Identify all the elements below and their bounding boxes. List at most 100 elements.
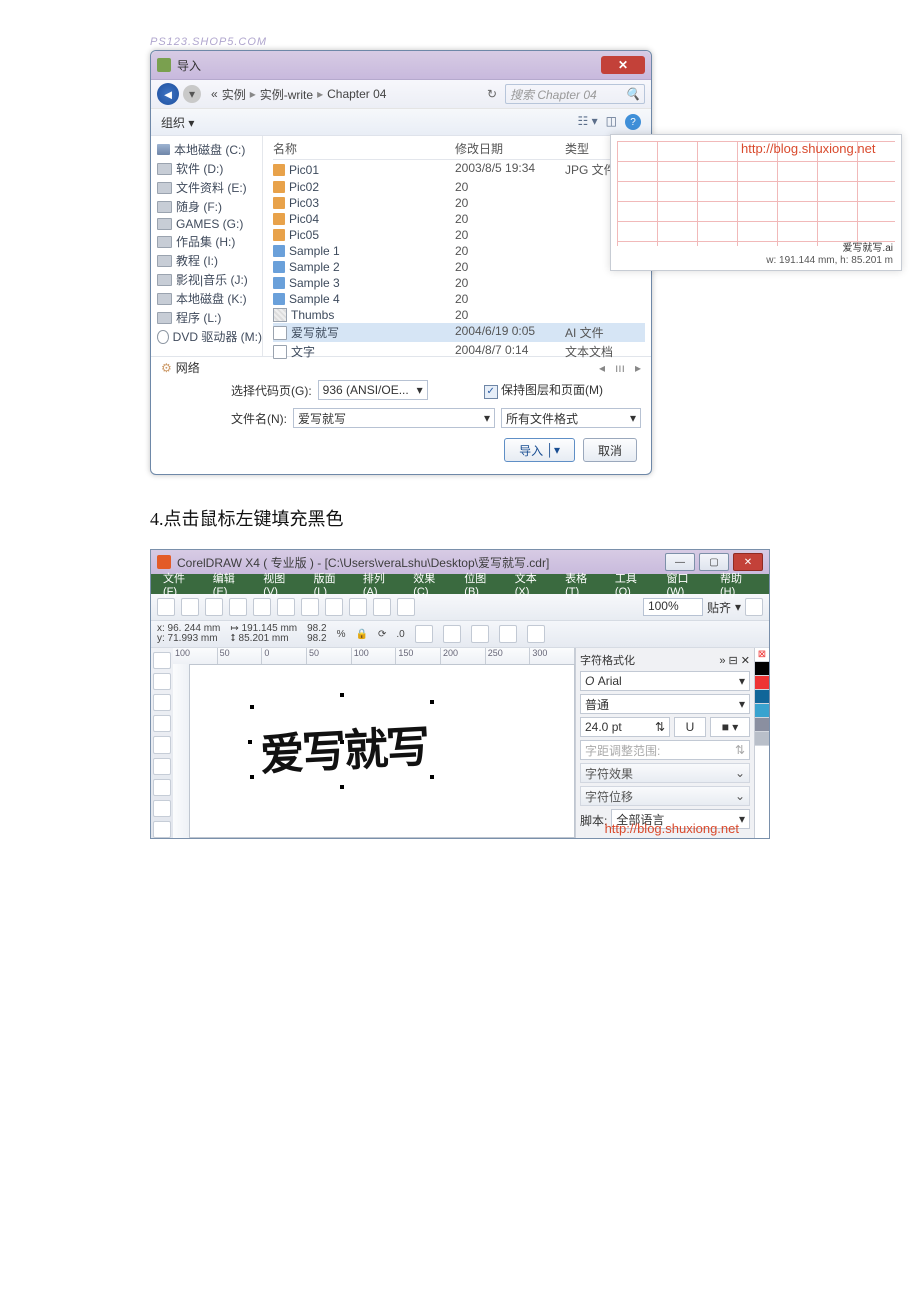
red-swatch[interactable]	[755, 676, 769, 690]
close-button[interactable]: ✕	[733, 553, 763, 571]
file-row[interactable]: Pic012003/8/5 19:34JPG 文件	[273, 160, 645, 179]
tree-item[interactable]: 本地磁盘 (C:)	[157, 140, 262, 159]
property-bar[interactable]: x: 96. 244 mmy: 71.993 mm ↦ 191.145 mm⭥ …	[151, 621, 769, 648]
organize-menu[interactable]: 组织 ▾	[161, 114, 194, 131]
menu-item[interactable]: 帮助(H)	[714, 570, 763, 598]
menu-item[interactable]: 编辑(E)	[207, 570, 255, 598]
keep-layers-checkbox[interactable]: ✓ 保持图层和页面(M)	[484, 381, 603, 399]
redo-icon[interactable]	[349, 598, 367, 616]
file-row[interactable]: Pic0320	[273, 195, 645, 211]
font-select[interactable]: O Arial▾	[580, 671, 750, 691]
shape-tool-icon[interactable]	[153, 673, 171, 690]
gray-swatch[interactable]	[755, 718, 769, 732]
menu-item[interactable]: 窗口(W)	[661, 570, 712, 598]
canvas-area[interactable]: 10050050100150200250300 爱写就写	[173, 648, 575, 838]
codepage-select[interactable]: 936 (ANSI/OE...▾	[318, 380, 428, 400]
menu-item[interactable]: 位图(B)	[458, 570, 506, 598]
blue-swatch[interactable]	[755, 690, 769, 704]
undo-icon[interactable]	[325, 598, 343, 616]
cancel-button[interactable]: 取消	[583, 438, 637, 462]
import-button[interactable]: 导入 │▾	[504, 438, 575, 462]
file-row[interactable]: Sample 320	[273, 275, 645, 291]
standard-toolbar[interactable]: 100% 贴齐 ▾	[151, 594, 769, 621]
tree-item[interactable]: 作品集 (H:)	[157, 232, 262, 251]
underline-button[interactable]: U	[674, 717, 706, 737]
preview-pane-button[interactable]: ◫	[606, 114, 617, 130]
tree-item[interactable]: 程序 (L:)	[157, 308, 262, 327]
file-list[interactable]: 名称 修改日期 类型 大 Pic012003/8/5 19:34JPG 文件Pi…	[263, 136, 651, 356]
tree-item[interactable]: GAMES (G:)	[157, 216, 262, 232]
titlebar[interactable]: 导入 ✕	[151, 51, 651, 80]
file-row[interactable]: Sample 120	[273, 243, 645, 259]
fill-button[interactable]: ■ ▾	[710, 717, 750, 737]
search-input[interactable]: 搜索 Chapter 04 🔍	[505, 84, 645, 104]
nav-tree[interactable]: 本地磁盘 (C:)软件 (D:)文件资料 (E:)随身 (F:)GAMES (G…	[151, 136, 263, 356]
no-fill-swatch[interactable]: ⊠	[755, 648, 769, 662]
minimize-button[interactable]: —	[665, 553, 695, 571]
refresh-icon[interactable]: ↻	[483, 87, 501, 101]
file-row[interactable]: Pic0220	[273, 179, 645, 195]
canvas[interactable]: 爱写就写	[189, 664, 575, 838]
view-button[interactable]: ☷ ▾	[578, 114, 598, 130]
menu-item[interactable]: 文件(F)	[157, 570, 205, 598]
forward-button[interactable]: ▾	[183, 85, 201, 103]
tree-item[interactable]: 教程 (I:)	[157, 251, 262, 270]
lightgray-swatch[interactable]	[755, 732, 769, 746]
freehand-tool-icon[interactable]	[153, 736, 171, 753]
paste-icon[interactable]	[301, 598, 319, 616]
file-row[interactable]: 文字2004/8/7 0:14文本文档	[273, 342, 645, 361]
tree-item[interactable]: DVD 驱动器 (M:)	[157, 327, 262, 346]
snap-label[interactable]: 贴齐	[707, 599, 731, 616]
rectangle-tool-icon[interactable]	[153, 779, 171, 796]
save-icon[interactable]	[205, 598, 223, 616]
tree-item[interactable]: 文件资料 (E:)	[157, 178, 262, 197]
new-icon[interactable]	[157, 598, 175, 616]
file-row[interactable]: Thumbs20	[273, 307, 645, 323]
menu-item[interactable]: 视图(V)	[257, 570, 305, 598]
menu-item[interactable]: 排列(A)	[357, 570, 405, 598]
zoom-tool-icon[interactable]	[153, 715, 171, 732]
import-icon[interactable]	[373, 598, 391, 616]
file-row[interactable]: Pic0520	[273, 227, 645, 243]
font-size-input[interactable]: 24.0 pt⇅	[580, 717, 670, 737]
tree-item[interactable]: 软件 (D:)	[157, 159, 262, 178]
open-icon[interactable]	[181, 598, 199, 616]
filter-select[interactable]: 所有文件格式▾	[501, 408, 641, 428]
lock-icon[interactable]: 🔒	[356, 629, 368, 640]
tree-item[interactable]: 随身 (F:)	[157, 197, 262, 216]
network-label[interactable]: 网络	[176, 359, 200, 376]
help-icon[interactable]: ?	[625, 114, 641, 130]
export-icon[interactable]	[397, 598, 415, 616]
character-format-docker[interactable]: 字符格式化» ⊟ ✕ O Arial▾ 普通▾ 24.0 pt⇅ U ■ ▾ 字…	[575, 648, 754, 838]
crumb-b[interactable]: 实例-write	[260, 86, 313, 103]
file-row[interactable]: Sample 220	[273, 259, 645, 275]
breadcrumb[interactable]: « 实例▸ 实例-write▸ Chapter 04	[211, 86, 479, 103]
close-button[interactable]: ✕	[601, 56, 645, 74]
file-row[interactable]: Pic0420	[273, 211, 645, 227]
filename-input[interactable]: 爱写就写▾	[293, 408, 495, 428]
cyan-swatch[interactable]	[755, 704, 769, 718]
color-palette[interactable]: ⊠	[754, 648, 769, 838]
toolbox[interactable]	[151, 648, 173, 838]
file-row[interactable]: 爱写就写2004/6/19 0:05AI 文件	[273, 323, 645, 342]
print-icon[interactable]	[229, 598, 247, 616]
back-button[interactable]: ◄	[157, 83, 179, 105]
options-icon[interactable]	[745, 598, 763, 616]
crumb-a[interactable]: 实例	[222, 86, 246, 103]
pick-tool-icon[interactable]	[153, 652, 171, 669]
column-headers[interactable]: 名称 修改日期 类型 大	[273, 140, 645, 160]
smartfill-tool-icon[interactable]	[153, 758, 171, 775]
ellipse-tool-icon[interactable]	[153, 800, 171, 817]
tree-item[interactable]: 影视|音乐 (J:)	[157, 270, 262, 289]
char-effects-section[interactable]: 字符效果⌄	[580, 763, 750, 783]
menu-item[interactable]: 效果(C)	[407, 570, 456, 598]
zoom-input[interactable]: 100%	[643, 598, 703, 616]
crop-tool-icon[interactable]	[153, 694, 171, 711]
char-shift-section[interactable]: 字符位移⌄	[580, 786, 750, 806]
tree-item[interactable]: 本地磁盘 (K:)	[157, 289, 262, 308]
menu-item[interactable]: 表格(T)	[559, 570, 607, 598]
kerning-input[interactable]: 字距调整范围:⇅	[580, 740, 750, 760]
copy-icon[interactable]	[277, 598, 295, 616]
menu-item[interactable]: 版面(L)	[308, 570, 355, 598]
black-swatch[interactable]	[755, 662, 769, 676]
